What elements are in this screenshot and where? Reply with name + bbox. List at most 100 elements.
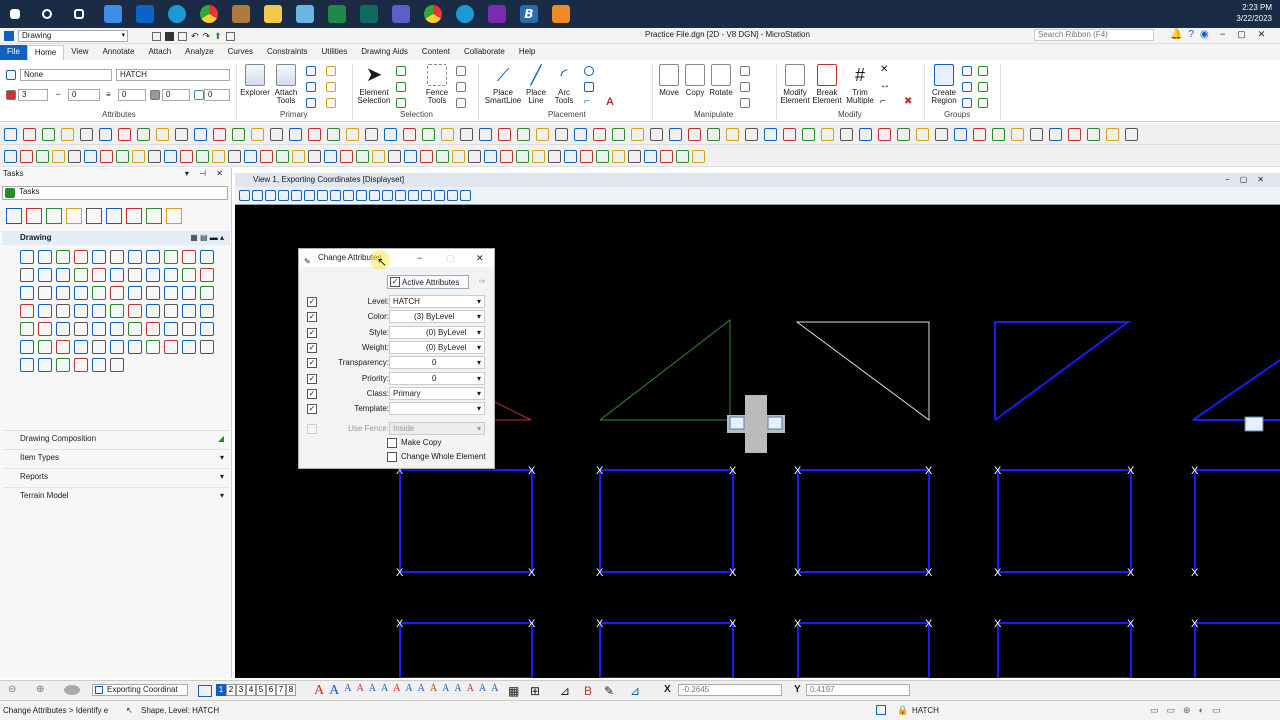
blue-rectangle[interactable] xyxy=(1194,622,1280,678)
drawing-tool-icon[interactable] xyxy=(200,304,214,318)
section-terrain-model[interactable]: Terrain Model ▾ xyxy=(4,487,230,503)
task-tool-icon[interactable] xyxy=(146,208,162,224)
drawing-tool-icon[interactable] xyxy=(92,250,106,264)
text-tool-icon[interactable]: A xyxy=(479,683,486,699)
tab-view[interactable]: View xyxy=(64,45,95,59)
strip1-tool-icon[interactable] xyxy=(916,128,929,141)
primary-tool-icon-5[interactable] xyxy=(326,82,336,92)
view-number-3[interactable]: 3 xyxy=(236,684,246,696)
strip1-tool-icon[interactable] xyxy=(403,128,416,141)
tab-annotate[interactable]: Annotate xyxy=(95,45,141,59)
fence-tools-button[interactable]: Fence Tools xyxy=(422,64,452,105)
drawing-tool-icon[interactable] xyxy=(74,250,88,264)
view-tool-icon[interactable] xyxy=(304,190,315,201)
strip1-tool-icon[interactable] xyxy=(251,128,264,141)
drawing-tool-icon[interactable] xyxy=(74,304,88,318)
drawing-tool-icon[interactable] xyxy=(128,250,142,264)
strip2-tool-icon[interactable] xyxy=(676,150,689,163)
drawing-tool-icon[interactable] xyxy=(20,304,34,318)
manipulate-tool-icon[interactable] xyxy=(740,66,750,76)
drawing-tool-icon[interactable] xyxy=(200,340,214,354)
explorer-button[interactable]: Explorer xyxy=(240,64,270,97)
drawing-tool-icon[interactable] xyxy=(56,286,70,300)
y-coordinate-input[interactable]: 0.4197 xyxy=(806,684,910,696)
place-line-button[interactable]: ╱ Place Line xyxy=(522,64,550,105)
use-fence-select[interactable]: Inside xyxy=(389,422,485,435)
primary-tool-icon-4[interactable] xyxy=(326,66,336,76)
strip1-tool-icon[interactable] xyxy=(1068,128,1081,141)
groups-tool-icon-3[interactable] xyxy=(962,98,972,108)
strip2-tool-icon[interactable] xyxy=(692,150,705,163)
microstation-icon[interactable]: 𝘽 xyxy=(520,5,538,23)
strip1-tool-icon[interactable] xyxy=(631,128,644,141)
strip2-tool-icon[interactable] xyxy=(260,150,273,163)
drawing-tool-icon[interactable] xyxy=(20,358,34,372)
strip1-tool-icon[interactable] xyxy=(327,128,340,141)
app-icon-3[interactable] xyxy=(360,5,378,23)
drawing-tool-icon[interactable] xyxy=(182,340,196,354)
primary-tool-icon-2[interactable] xyxy=(306,82,316,92)
drawing-tool-icon[interactable] xyxy=(110,286,124,300)
strip1-tool-icon[interactable] xyxy=(517,128,530,141)
drawing-tool-icon[interactable] xyxy=(164,340,178,354)
task-tool-icon[interactable] xyxy=(86,208,102,224)
view-number-7[interactable]: 7 xyxy=(276,684,286,696)
tools-icon[interactable]: ✎ xyxy=(604,684,614,698)
strip2-tool-icon[interactable] xyxy=(516,150,529,163)
strip1-tool-icon[interactable] xyxy=(194,128,207,141)
view-tool-icon[interactable] xyxy=(278,190,289,201)
groups-tool-icon-6[interactable] xyxy=(978,98,988,108)
pin-icon[interactable]: ✑ xyxy=(479,277,486,286)
text-tool-icon[interactable]: A xyxy=(405,683,412,699)
strip2-tool-icon[interactable] xyxy=(612,150,625,163)
strip2-tool-icon[interactable] xyxy=(404,150,417,163)
attribute-checkbox[interactable]: ✓ xyxy=(307,404,317,415)
drawing-tool-icon[interactable] xyxy=(20,268,34,282)
drawing-tool-icon[interactable] xyxy=(146,286,160,300)
groups-tool-icon-4[interactable] xyxy=(978,66,988,76)
forward-icon[interactable]: ⊕ xyxy=(36,684,44,695)
strip2-tool-icon[interactable] xyxy=(244,150,257,163)
view-tool-icon[interactable] xyxy=(252,190,263,201)
accudraw-icon[interactable]: ⊞ xyxy=(530,684,540,698)
task-tool-icon[interactable] xyxy=(46,208,62,224)
strip2-tool-icon[interactable] xyxy=(20,150,33,163)
drawing-tool-icon[interactable] xyxy=(38,304,52,318)
drawing-tool-icon[interactable] xyxy=(92,304,106,318)
help-icons[interactable]: 🔔?◉ xyxy=(1170,29,1215,40)
blue-rectangle[interactable] xyxy=(399,622,533,678)
scroll-handle-icon[interactable] xyxy=(1244,416,1264,432)
attribute-select[interactable]: (0) ByLevel xyxy=(389,340,485,354)
view-attributes-icon[interactable] xyxy=(64,685,80,695)
blue-rectangle[interactable] xyxy=(797,469,930,573)
strip1-tool-icon[interactable] xyxy=(308,128,321,141)
view-tool-icon[interactable] xyxy=(421,190,432,201)
strip2-tool-icon[interactable] xyxy=(388,150,401,163)
chrome-icon-2[interactable] xyxy=(424,5,442,23)
text-tool-icon[interactable]: A xyxy=(329,683,339,699)
strip1-tool-icon[interactable] xyxy=(593,128,606,141)
blue-rectangle[interactable] xyxy=(997,622,1132,678)
task-tool-icon[interactable] xyxy=(106,208,122,224)
strip2-tool-icon[interactable] xyxy=(660,150,673,163)
text-tool-icon[interactable]: A xyxy=(418,683,425,699)
primary-tool-icon-6[interactable] xyxy=(326,98,336,108)
view-number-5[interactable]: 5 xyxy=(256,684,266,696)
view-toggle-icon[interactable] xyxy=(198,685,212,697)
strip1-tool-icon[interactable] xyxy=(1125,128,1138,141)
drawing-tool-icon[interactable] xyxy=(146,268,160,282)
circle-icon[interactable] xyxy=(584,66,594,76)
groups-tool-icon-2[interactable] xyxy=(962,82,972,92)
drawing-header-icons[interactable]: ▦ ▤ ▬ ▴ xyxy=(190,231,224,245)
drawing-tool-icon[interactable] xyxy=(128,268,142,282)
drawing-tool-icon[interactable] xyxy=(38,340,52,354)
strip2-tool-icon[interactable] xyxy=(484,150,497,163)
drawing-tool-icon[interactable] xyxy=(56,268,70,282)
strip2-tool-icon[interactable] xyxy=(420,150,433,163)
drawing-tool-icon[interactable] xyxy=(38,250,52,264)
drawing-tool-icon[interactable] xyxy=(74,322,88,336)
drawing-tool-icon[interactable] xyxy=(164,322,178,336)
drawing-tool-icon[interactable] xyxy=(20,286,34,300)
break-element-button[interactable]: Break Element xyxy=(812,64,842,105)
start-icon[interactable] xyxy=(10,9,20,19)
